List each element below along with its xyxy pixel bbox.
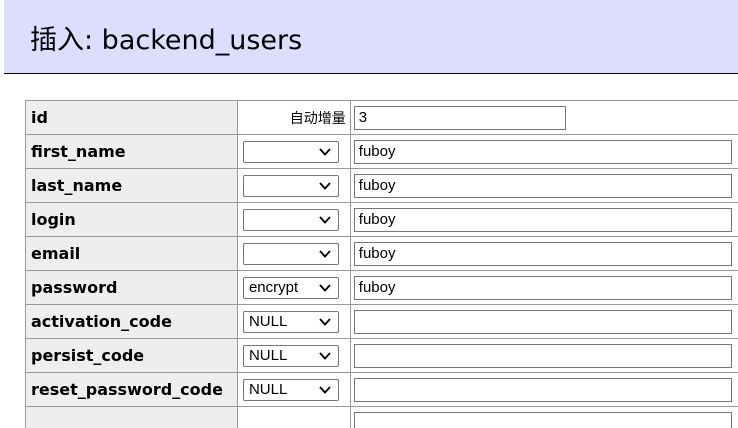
function-select[interactable]: encrypt (243, 277, 339, 299)
page-title: 插入: backend_users (30, 18, 302, 57)
field-name-label: email (26, 237, 237, 271)
field-row: email fuboy (26, 237, 738, 271)
value-input[interactable]: fuboy (354, 174, 732, 198)
chevron-down-icon (319, 281, 331, 295)
chevron-down-icon (319, 145, 331, 159)
field-name-label: first_name (26, 135, 237, 169)
function-cell: NULL (237, 373, 350, 407)
auto-increment-label: 自动增量 (237, 101, 350, 135)
value-cell: fuboy (350, 237, 738, 271)
chevron-down-icon (319, 315, 331, 329)
function-select-value: NULL (249, 381, 287, 398)
field-row: id自动增量3 (26, 101, 738, 135)
chevron-down-icon (319, 247, 331, 261)
function-cell (237, 203, 350, 237)
field-name-label: login (26, 203, 237, 237)
value-input[interactable]: fuboy (354, 276, 732, 300)
value-cell (350, 305, 738, 339)
function-select[interactable] (243, 209, 339, 231)
function-select[interactable]: NULL (243, 379, 339, 401)
field-row: reset_password_code NULL (26, 373, 738, 407)
insert-form-table: id自动增量3first_namefuboylast_namefuboylogi… (25, 100, 738, 428)
value-cell: fuboy (350, 271, 738, 305)
field-row: activation_code NULL (26, 305, 738, 339)
field-name-label: activation_code (26, 305, 237, 339)
function-select-value: NULL (249, 347, 287, 364)
field-row: login fuboy (26, 203, 738, 237)
function-select-value: NULL (249, 313, 287, 330)
chevron-down-icon (319, 179, 331, 193)
field-row (26, 407, 738, 428)
field-name-label: reset_password_code (26, 373, 237, 407)
field-name-label: id (26, 101, 237, 135)
value-input[interactable] (354, 412, 732, 428)
value-input[interactable] (354, 378, 732, 402)
value-cell (350, 339, 738, 373)
function-select[interactable] (243, 141, 339, 163)
value-input[interactable] (354, 310, 732, 334)
function-cell (237, 407, 350, 428)
function-select[interactable]: NULL (243, 345, 339, 367)
page-header: 插入: backend_users (4, 0, 738, 74)
function-cell: encrypt (237, 271, 350, 305)
field-name-label: persist_code (26, 339, 237, 373)
function-cell: NULL (237, 305, 350, 339)
function-cell (237, 169, 350, 203)
value-cell: fuboy (350, 169, 738, 203)
value-input[interactable]: fuboy (354, 242, 732, 266)
function-select-value: encrypt (249, 279, 298, 296)
field-name-label: last_name (26, 169, 237, 203)
value-cell (350, 373, 738, 407)
fields-table-body: id自动增量3first_namefuboylast_namefuboylogi… (26, 101, 738, 428)
value-input[interactable] (354, 344, 732, 368)
value-input[interactable]: fuboy (354, 140, 732, 164)
fields-table: id自动增量3first_namefuboylast_namefuboylogi… (26, 101, 738, 428)
function-select[interactable] (243, 175, 339, 197)
function-select[interactable] (243, 243, 339, 265)
value-input[interactable]: 3 (354, 106, 566, 130)
chevron-down-icon (319, 349, 331, 363)
value-cell: fuboy (350, 135, 738, 169)
chevron-down-icon (319, 213, 331, 227)
function-cell (237, 237, 350, 271)
field-row: password encrypt fuboy (26, 271, 738, 305)
field-name-label: password (26, 271, 237, 305)
function-select[interactable]: NULL (243, 311, 339, 333)
field-name-label (26, 407, 237, 428)
function-cell: NULL (237, 339, 350, 373)
field-row: persist_code NULL (26, 339, 738, 373)
field-row: last_name fuboy (26, 169, 738, 203)
value-cell: 3 (350, 101, 738, 135)
chevron-down-icon (319, 383, 331, 397)
value-cell (350, 407, 738, 428)
field-row: first_name fuboy (26, 135, 738, 169)
value-input[interactable]: fuboy (354, 208, 732, 232)
function-cell (237, 135, 350, 169)
value-cell: fuboy (350, 203, 738, 237)
